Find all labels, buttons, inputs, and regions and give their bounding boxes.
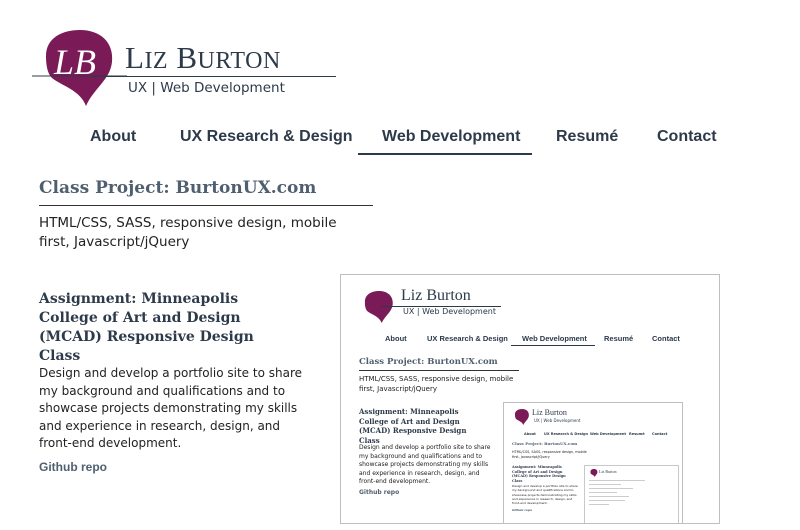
screenshot-nav-ux: UX Research & Design xyxy=(427,334,508,343)
nested-assignment-title: Assignment: Minneapolis College of Art a… xyxy=(512,465,566,483)
deep-monogram-icon xyxy=(590,469,598,477)
nested-tags: HTML/CSS, SASS, responsive design, mobil… xyxy=(512,450,587,459)
github-repo-link[interactable]: Github repo xyxy=(39,460,107,474)
nested-assignment-desc: Design and develop a portfolio site to s… xyxy=(512,484,578,506)
project-title: Class Project: BurtonUX.com xyxy=(39,178,317,198)
screenshot-project-title: Class Project: BurtonUX.com xyxy=(359,357,498,367)
deeply-nested-screenshot: Liz Burton xyxy=(584,465,679,523)
screenshot-title-divider xyxy=(359,370,519,371)
main-nav: About UX Research & Design Web Developme… xyxy=(0,128,800,158)
assignment-description: Design and develop a portfolio site to s… xyxy=(39,366,302,450)
nav-item-web-development[interactable]: Web Development xyxy=(382,128,520,146)
nav-item-contact[interactable]: Contact xyxy=(657,128,717,146)
nested-nav-about: About xyxy=(524,432,536,436)
title-divider xyxy=(39,205,373,206)
name-last-rest: URTON xyxy=(197,48,281,74)
site-logo[interactable]: LB LIZ BURTON UX | Web Development xyxy=(32,28,352,108)
screenshot-nav-indicator xyxy=(511,345,595,346)
name-first-rest: IZ xyxy=(144,48,169,74)
site-name: LIZ BURTON xyxy=(125,40,281,76)
screenshot-site-subtitle: UX | Web Development xyxy=(403,307,496,316)
deep-site-name: Liz Burton xyxy=(599,469,617,474)
screenshot-nav-webdev: Web Development xyxy=(522,334,587,343)
nav-item-ux-research-design[interactable]: UX Research & Design xyxy=(180,128,353,146)
nav-item-about[interactable]: About xyxy=(90,128,136,146)
screenshot-assignment-title: Assignment: Minneapolis College of Art a… xyxy=(359,407,467,445)
nested-nav-webdev: Web Development xyxy=(590,432,627,436)
name-last-initial: B xyxy=(176,40,198,75)
lb-monogram-icon: LB xyxy=(32,30,127,106)
nested-monogram-icon xyxy=(514,409,529,425)
screenshot-monogram-icon xyxy=(364,291,393,323)
screenshot-nav-about: About xyxy=(385,334,407,343)
nested-nav-contact: Contact xyxy=(652,432,668,436)
project-tags: HTML/CSS, SASS, responsive design, mobil… xyxy=(39,215,337,250)
site-subtitle: UX | Web Development xyxy=(128,80,285,96)
site-screenshot: Liz Burton UX | Web Development About UX… xyxy=(340,274,720,524)
deep-placeholder-lines xyxy=(589,480,669,508)
logo-divider xyxy=(92,76,336,77)
name-first-initial: L xyxy=(125,40,145,75)
nav-active-indicator xyxy=(358,153,532,155)
monogram-text: LB xyxy=(53,42,96,82)
screenshot-repo-link: Github repo xyxy=(359,489,400,496)
nested-site-subtitle: UX | Web Development xyxy=(534,418,581,423)
nested-nav-ux: UX Research & Design xyxy=(544,432,588,436)
assignment-title: Assignment: Minneapolis College of Art a… xyxy=(39,291,254,364)
nested-repo-link: Github repo xyxy=(512,508,533,512)
nested-screenshot: Liz Burton UX | Web Development About UX… xyxy=(503,402,683,523)
screenshot-nav-contact: Contact xyxy=(652,334,680,343)
screenshot-tags: HTML/CSS, SASS, responsive design, mobil… xyxy=(359,375,514,393)
nested-nav-resume: Resumé xyxy=(629,432,645,436)
screenshot-assignment-desc: Design and develop a portfolio site to s… xyxy=(359,444,491,486)
nav-item-resume[interactable]: Resumé xyxy=(556,128,618,146)
screenshot-site-name: Liz Burton xyxy=(401,287,471,304)
nested-site-name: Liz Burton xyxy=(532,408,567,417)
nested-project-title: Class Project: BurtonUX.com xyxy=(512,441,578,446)
screenshot-nav-resume: Resumé xyxy=(604,334,634,343)
